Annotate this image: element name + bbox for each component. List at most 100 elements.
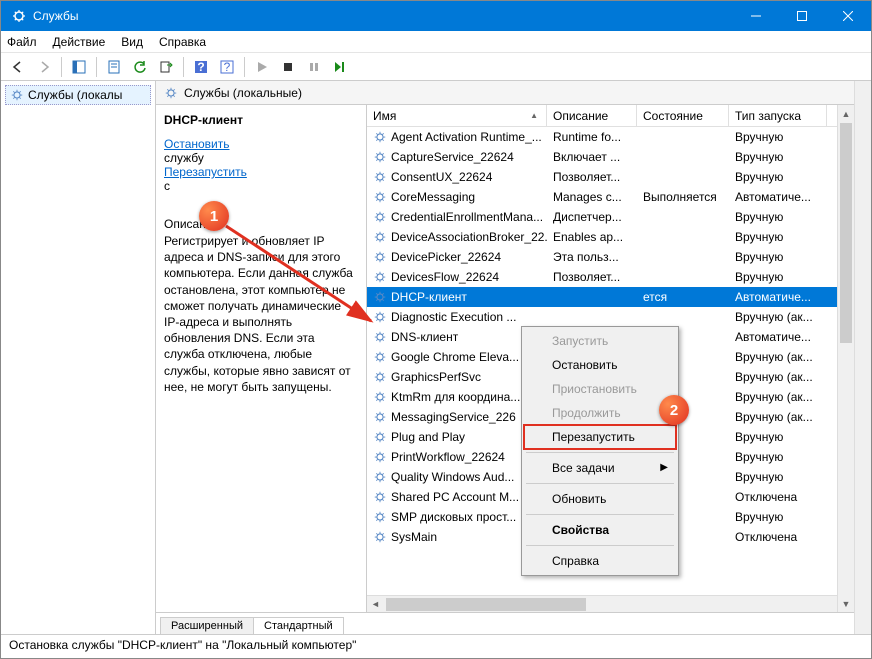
toolbar: ? ? bbox=[1, 53, 871, 81]
service-name: DevicesFlow_22624 bbox=[367, 270, 547, 284]
service-row[interactable]: ConsentUX_22624Позволяет...Вручную bbox=[367, 167, 854, 187]
menu-separator bbox=[526, 514, 674, 515]
restart-service-link[interactable]: Перезапустить bbox=[164, 165, 358, 179]
stop-service-button[interactable] bbox=[277, 56, 299, 78]
service-name: DevicePicker_22624 bbox=[367, 250, 547, 264]
service-start: Автоматиче... bbox=[729, 190, 827, 204]
export-button[interactable] bbox=[155, 56, 177, 78]
toolbar-separator bbox=[61, 57, 62, 77]
service-desc: Эта польз... bbox=[547, 250, 637, 264]
properties-button[interactable] bbox=[103, 56, 125, 78]
stop-service-link[interactable]: Остановить bbox=[164, 137, 358, 151]
service-state: Выполняется bbox=[637, 190, 729, 204]
service-row[interactable]: DevicesFlow_22624Позволяет...Вручную bbox=[367, 267, 854, 287]
service-start: Вручную (ак... bbox=[729, 410, 827, 424]
show-hide-tree-button[interactable] bbox=[68, 56, 90, 78]
menu-restart[interactable]: Перезапустить bbox=[524, 425, 676, 449]
view-tabs: Расширенный Стандартный bbox=[156, 612, 854, 634]
col-start[interactable]: Тип запуска bbox=[729, 105, 827, 126]
menu-refresh[interactable]: Обновить bbox=[524, 487, 676, 511]
menu-properties[interactable]: Свойства bbox=[524, 518, 676, 542]
context-menu: Запустить Остановить Приостановить Продо… bbox=[521, 326, 679, 576]
services-icon bbox=[11, 8, 27, 24]
menu-action[interactable]: Действие bbox=[53, 35, 106, 49]
service-row[interactable]: Diagnostic Execution ...Вручную (ак... bbox=[367, 307, 854, 327]
service-start: Вручную (ак... bbox=[729, 390, 827, 404]
menu-all-tasks[interactable]: Все задачи▶ bbox=[524, 456, 676, 480]
service-start: Вручную bbox=[729, 210, 827, 224]
service-start: Вручную bbox=[729, 150, 827, 164]
restart-service-button[interactable] bbox=[329, 56, 351, 78]
service-start: Автоматиче... bbox=[729, 290, 827, 304]
service-start: Вручную bbox=[729, 510, 827, 524]
tab-extended[interactable]: Расширенный bbox=[160, 617, 254, 634]
service-desc: Позволяет... bbox=[547, 170, 637, 184]
sort-asc-icon: ▲ bbox=[530, 111, 538, 120]
service-name: MessagingService_226 bbox=[367, 410, 547, 424]
menu-file[interactable]: Файл bbox=[7, 35, 37, 49]
tree-root-label: Службы (локалы bbox=[28, 88, 122, 102]
detail-panel: DHCP-клиент Остановить службу Перезапуст… bbox=[156, 105, 366, 612]
submenu-arrow-icon: ▶ bbox=[660, 462, 668, 473]
help-button[interactable]: ? bbox=[190, 56, 212, 78]
menu-help[interactable]: Справка bbox=[159, 35, 206, 49]
service-row[interactable]: CaptureService_22624Включает ... Вручную bbox=[367, 147, 854, 167]
service-name: DeviceAssociationBroker_22... bbox=[367, 230, 547, 244]
tree-root-services[interactable]: Службы (локалы bbox=[5, 85, 151, 105]
col-desc[interactable]: Описание bbox=[547, 105, 637, 126]
service-desc: Enables ap... bbox=[547, 230, 637, 244]
status-bar: Остановка службы "DHCP-клиент" на "Локал… bbox=[1, 634, 871, 656]
col-state[interactable]: Состояние bbox=[637, 105, 729, 126]
service-desc: Включает ... bbox=[547, 150, 637, 164]
start-service-button[interactable] bbox=[251, 56, 273, 78]
main-header: Службы (локальные) bbox=[156, 81, 854, 105]
vertical-scrollbar[interactable]: ▲ ▼ bbox=[837, 105, 854, 612]
service-name: CaptureService_22624 bbox=[367, 150, 547, 164]
service-name: Plug and Play bbox=[367, 430, 547, 444]
callout-2: 2 bbox=[659, 395, 689, 425]
detail-title: DHCP-клиент bbox=[164, 113, 358, 127]
service-row[interactable]: CredentialEnrollmentMana...Диспетчер...В… bbox=[367, 207, 854, 227]
menu-help[interactable]: Справка bbox=[524, 549, 676, 573]
menu-stop[interactable]: Остановить bbox=[524, 353, 676, 377]
title-bar: Службы bbox=[1, 1, 871, 31]
pause-service-button[interactable] bbox=[303, 56, 325, 78]
menu-separator bbox=[526, 483, 674, 484]
service-name: SMP дисковых прост... bbox=[367, 510, 547, 524]
service-start: Вручную bbox=[729, 430, 827, 444]
menu-bar: Файл Действие Вид Справка bbox=[1, 31, 871, 53]
main-header-label: Службы (локальные) bbox=[184, 86, 302, 100]
back-button[interactable] bbox=[7, 56, 29, 78]
service-name: Shared PC Account M... bbox=[367, 490, 547, 504]
service-desc: Runtime fo... bbox=[547, 130, 637, 144]
menu-view[interactable]: Вид bbox=[121, 35, 143, 49]
service-desc: Manages c... bbox=[547, 190, 637, 204]
service-row[interactable]: DevicePicker_22624Эта польз...Вручную bbox=[367, 247, 854, 267]
service-row[interactable]: DHCP-клиентетсяАвтоматиче... bbox=[367, 287, 854, 307]
service-row[interactable]: DeviceAssociationBroker_22...Enables ap.… bbox=[367, 227, 854, 247]
service-row[interactable]: Agent Activation Runtime_...Runtime fo..… bbox=[367, 127, 854, 147]
service-name: Google Chrome Eleva... bbox=[367, 350, 547, 364]
service-start: Вручную bbox=[729, 470, 827, 484]
horizontal-scrollbar[interactable]: ◄► bbox=[367, 595, 854, 612]
tab-standard[interactable]: Стандартный bbox=[253, 617, 344, 634]
menu-pause: Приостановить bbox=[524, 377, 676, 401]
toolbar-separator bbox=[96, 57, 97, 77]
service-start: Отключена bbox=[729, 530, 827, 544]
maximize-button[interactable] bbox=[779, 1, 825, 31]
forward-button[interactable] bbox=[33, 56, 55, 78]
service-name: SysMain bbox=[367, 530, 547, 544]
service-start: Вручную (ак... bbox=[729, 350, 827, 364]
service-row[interactable]: CoreMessagingManages c...ВыполняетсяАвто… bbox=[367, 187, 854, 207]
service-start: Вручную bbox=[729, 230, 827, 244]
column-headers: Имя▲ Описание Состояние Тип запуска bbox=[367, 105, 854, 127]
service-name: Diagnostic Execution ... bbox=[367, 310, 547, 324]
close-button[interactable] bbox=[825, 1, 871, 31]
help-topic-button[interactable]: ? bbox=[216, 56, 238, 78]
minimize-button[interactable] bbox=[733, 1, 779, 31]
refresh-button[interactable] bbox=[129, 56, 151, 78]
callout-1: 1 bbox=[199, 201, 229, 231]
service-name: Agent Activation Runtime_... bbox=[367, 130, 547, 144]
service-name: CredentialEnrollmentMana... bbox=[367, 210, 547, 224]
col-name[interactable]: Имя▲ bbox=[367, 105, 547, 126]
